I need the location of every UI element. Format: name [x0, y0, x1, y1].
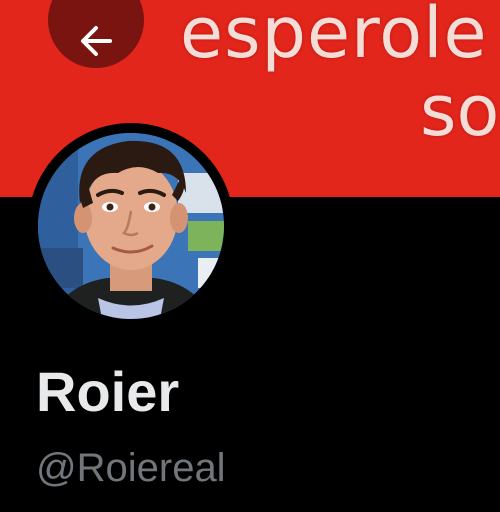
banner-text: esperole	[180, 0, 488, 74]
avatar[interactable]	[38, 133, 224, 319]
profile-handle: @Roiereal	[36, 446, 226, 490]
avatar-image	[38, 133, 224, 319]
profile-display-name: Roier	[36, 360, 180, 423]
arrow-left-icon	[81, 26, 112, 56]
banner-text-second-line: so	[420, 70, 500, 152]
profile-page: esperole so Roier @Roiereal	[0, 0, 500, 512]
